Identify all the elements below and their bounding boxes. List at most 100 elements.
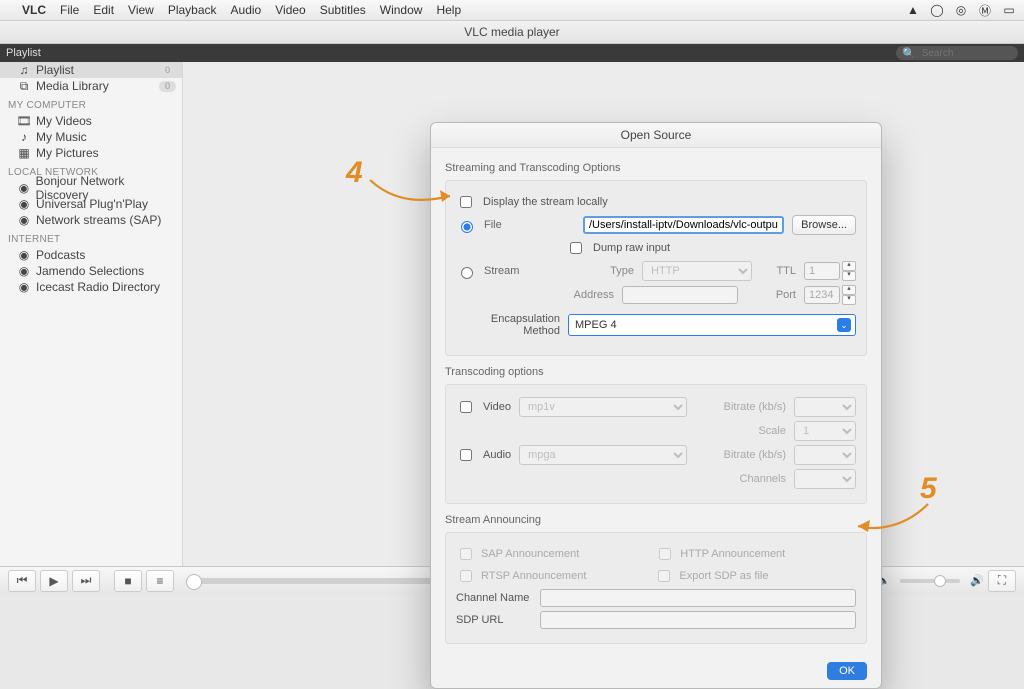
- sidebar-item-label: Jamendo Selections: [36, 264, 144, 278]
- annotation-arrow-5: [852, 500, 932, 540]
- open-source-dialog: Open Source Streaming and Transcoding Op…: [430, 122, 882, 689]
- ttl-stepper[interactable]: ▴▾: [804, 261, 856, 281]
- sidebar-item-my-pictures[interactable]: ▦My Pictures: [0, 145, 182, 161]
- channels-label: Channels: [740, 473, 786, 485]
- display-locally-checkbox[interactable]: [460, 196, 472, 208]
- status-icon[interactable]: ▭: [1002, 3, 1016, 17]
- video-label: Video: [483, 401, 511, 413]
- dump-raw-label: Dump raw input: [593, 242, 670, 254]
- enc-method-select[interactable]: MPEG 4 ⌄: [568, 314, 856, 336]
- menu-video[interactable]: Video: [275, 3, 305, 17]
- network-icon: ◉: [18, 249, 30, 261]
- sidebar-item-label: My Pictures: [36, 146, 99, 160]
- network-icon: ◉: [18, 281, 30, 293]
- playlist-icon: ♫: [18, 64, 30, 76]
- audio-bitrate-select: [794, 445, 856, 465]
- sidebar-item-my-music[interactable]: ♪My Music: [0, 129, 182, 145]
- channels-select: [794, 469, 856, 489]
- menu-help[interactable]: Help: [436, 3, 461, 17]
- display-locally-label: Display the stream locally: [483, 196, 608, 208]
- network-icon: ◉: [18, 198, 30, 210]
- sidebar-item-my-videos[interactable]: 🎞My Videos: [0, 113, 182, 129]
- sidebar-item-jamendo[interactable]: ◉Jamendo Selections: [0, 263, 182, 279]
- sidebar-item-label: Universal Plug'n'Play: [36, 197, 148, 211]
- section-title-streaming: Streaming and Transcoding Options: [445, 162, 867, 174]
- video-bitrate-label: Bitrate (kb/s): [724, 401, 786, 413]
- sidebar-item-label: Podcasts: [36, 248, 85, 262]
- stepper-down-icon[interactable]: ▾: [842, 295, 856, 305]
- sidebar-item-label: Icecast Radio Directory: [36, 280, 160, 294]
- sidebar-item-upnp[interactable]: ◉ Universal Plug'n'Play: [0, 196, 182, 212]
- app-name[interactable]: VLC: [22, 3, 46, 17]
- scale-label: Scale: [758, 425, 786, 437]
- menu-audio[interactable]: Audio: [231, 3, 262, 17]
- rtsp-checkbox: [460, 570, 472, 582]
- menu-subtitles[interactable]: Subtitles: [320, 3, 366, 17]
- playlist-toggle-button[interactable]: ≡: [146, 570, 174, 592]
- video-enable-checkbox[interactable]: [460, 401, 472, 413]
- dest-file-radio[interactable]: [461, 221, 473, 233]
- dialog-title: Open Source: [431, 123, 881, 148]
- sidebar-item-label: My Music: [36, 130, 87, 144]
- sidebar-item-label: Media Library: [36, 79, 109, 93]
- search-input[interactable]: [920, 47, 1004, 60]
- chevron-updown-icon: ⌄: [837, 318, 851, 332]
- status-icon[interactable]: ◎: [954, 3, 968, 17]
- sidebar-group-title: MY COMPUTER: [0, 94, 182, 113]
- audio-label: Audio: [483, 449, 511, 461]
- sdp-url-input: [540, 611, 856, 629]
- sidebar-item-media-library[interactable]: ⧉ Media Library 0: [0, 78, 182, 94]
- menu-edit[interactable]: Edit: [93, 3, 114, 17]
- dump-raw-checkbox[interactable]: [570, 242, 582, 254]
- sidebar-item-label: Playlist: [36, 63, 74, 77]
- audio-enable-checkbox[interactable]: [460, 449, 472, 461]
- search-icon: 🔍: [902, 47, 916, 60]
- port-label: Port: [776, 289, 796, 301]
- menu-playback[interactable]: Playback: [168, 3, 217, 17]
- prev-button[interactable]: ⏮: [8, 570, 36, 592]
- status-icon[interactable]: ◯: [930, 3, 944, 17]
- count-badge: 0: [159, 81, 176, 92]
- ok-button[interactable]: OK: [827, 662, 867, 680]
- next-button[interactable]: ⏭: [72, 570, 100, 592]
- sidebar-item-playlist[interactable]: ♫ Playlist 0: [0, 62, 182, 78]
- stepper-down-icon[interactable]: ▾: [842, 271, 856, 281]
- status-icon[interactable]: ▲: [906, 3, 920, 17]
- seek-knob[interactable]: [186, 574, 202, 590]
- network-icon: ◉: [18, 214, 30, 226]
- stepper-up-icon[interactable]: ▴: [842, 285, 856, 295]
- file-label: File: [484, 219, 530, 231]
- menu-window[interactable]: Window: [380, 3, 423, 17]
- search-field[interactable]: 🔍: [896, 46, 1018, 60]
- menu-view[interactable]: View: [128, 3, 154, 17]
- port-stepper[interactable]: ▴▾: [804, 285, 856, 305]
- network-icon: ◉: [18, 182, 30, 194]
- menu-file[interactable]: File: [60, 3, 79, 17]
- volume-knob[interactable]: [934, 575, 946, 587]
- fullscreen-button[interactable]: ⛶: [988, 570, 1016, 592]
- status-icon[interactable]: Ⓜ: [978, 3, 992, 17]
- export-sdp-checkbox: [658, 570, 670, 582]
- video-bitrate-select: [794, 397, 856, 417]
- sidebar-item-label: Network streams (SAP): [36, 213, 161, 227]
- dest-stream-radio[interactable]: [461, 267, 473, 279]
- stop-button[interactable]: ■: [114, 570, 142, 592]
- sidebar-item-podcasts[interactable]: ◉ Podcasts: [0, 247, 182, 263]
- annotation-arrow-4: [366, 176, 456, 212]
- audio-codec-select: mpga: [519, 445, 687, 465]
- volume-slider[interactable]: [900, 579, 960, 583]
- play-button[interactable]: ▶: [40, 570, 68, 592]
- sidebar-item-label: My Videos: [36, 114, 92, 128]
- stream-label: Stream: [484, 265, 532, 277]
- sidebar-item-icecast[interactable]: ◉ Icecast Radio Directory: [0, 279, 182, 295]
- sidebar-item-sap[interactable]: ◉ Network streams (SAP): [0, 212, 182, 228]
- address-label: Address: [566, 289, 614, 301]
- sdp-url-label: SDP URL: [456, 614, 532, 626]
- file-path-input[interactable]: [583, 216, 784, 234]
- sidebar-item-bonjour[interactable]: ◉Bonjour Network Discovery: [0, 180, 182, 196]
- enc-method-value: MPEG 4: [575, 319, 617, 331]
- stepper-up-icon[interactable]: ▴: [842, 261, 856, 271]
- browse-button[interactable]: Browse...: [792, 215, 856, 235]
- address-input: [622, 286, 738, 304]
- scale-select: 1: [794, 421, 856, 441]
